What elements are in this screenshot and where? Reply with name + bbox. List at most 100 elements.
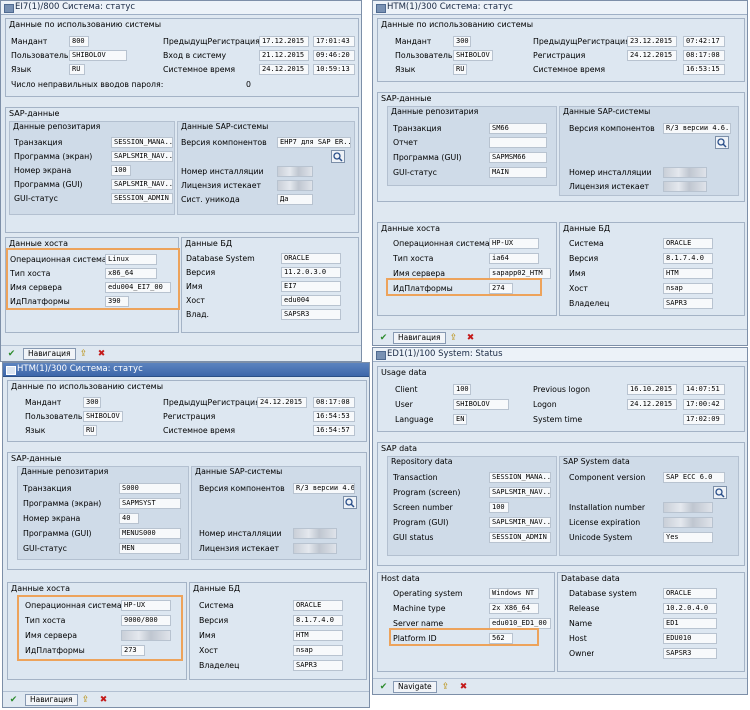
db-field[interactable]: nsap bbox=[663, 283, 713, 294]
db-field[interactable]: ED1 bbox=[663, 618, 717, 629]
time-field[interactable]: 14:07:51 bbox=[683, 384, 725, 395]
date-field[interactable]: 24.12.2015 bbox=[259, 64, 309, 75]
repo-field[interactable]: SAPMSYST bbox=[119, 498, 181, 509]
check-icon[interactable]: ✔ bbox=[377, 332, 390, 344]
display-button[interactable] bbox=[715, 136, 729, 149]
repo-field[interactable] bbox=[489, 137, 547, 148]
find-icon[interactable]: ⇪ bbox=[447, 332, 460, 344]
find-icon[interactable]: ⇪ bbox=[439, 681, 452, 693]
navigate-button[interactable]: Навигация bbox=[393, 332, 446, 344]
host-field[interactable]: sapapp02_HTM bbox=[489, 268, 551, 279]
repo-field[interactable]: MENUS000 bbox=[119, 528, 181, 539]
repo-field[interactable]: 100 bbox=[489, 502, 509, 513]
time-field[interactable]: 09:46:20 bbox=[313, 50, 355, 61]
repo-field[interactable]: SAPMSM66 bbox=[489, 152, 547, 163]
display-button[interactable] bbox=[343, 496, 357, 509]
host-field[interactable]: 390 bbox=[105, 296, 129, 307]
host-field[interactable]: HP-UX bbox=[489, 238, 539, 249]
display-button[interactable] bbox=[331, 150, 345, 163]
installation-number-field[interactable] bbox=[277, 166, 313, 177]
find-icon[interactable]: ⇪ bbox=[77, 348, 90, 360]
host-field[interactable]: 2x X86_64 bbox=[489, 603, 539, 614]
cancel-icon[interactable]: ✖ bbox=[97, 694, 110, 706]
cancel-icon[interactable]: ✖ bbox=[464, 332, 477, 344]
navigate-button[interactable]: Навигация bbox=[23, 348, 76, 360]
db-field[interactable]: ORACLE bbox=[663, 588, 717, 599]
host-field[interactable]: x86_64 bbox=[105, 268, 157, 279]
license-expiration-field[interactable] bbox=[663, 517, 713, 528]
check-icon[interactable]: ✔ bbox=[377, 681, 390, 693]
db-field[interactable]: 8.1.7.4.0 bbox=[663, 253, 713, 264]
navigate-button[interactable]: Навигация bbox=[25, 694, 78, 706]
navigate-button[interactable]: Navigate bbox=[393, 681, 437, 693]
find-icon[interactable]: ⇪ bbox=[79, 694, 92, 706]
client-field[interactable]: 800 bbox=[69, 36, 89, 47]
license-expiration-field[interactable] bbox=[663, 181, 707, 192]
time-field[interactable]: 08:17:08 bbox=[313, 397, 355, 408]
repo-field[interactable]: SESSION_ADMIN bbox=[111, 193, 173, 204]
date-field[interactable]: 23.12.2015 bbox=[627, 36, 677, 47]
cancel-icon[interactable]: ✖ bbox=[95, 348, 108, 360]
component-version-field[interactable]: R/3 версии 4.6... bbox=[663, 123, 731, 134]
host-field[interactable]: Linux bbox=[105, 254, 157, 265]
repo-field[interactable]: MEN bbox=[119, 543, 181, 554]
db-field[interactable]: SAPR3 bbox=[293, 660, 343, 671]
client-field[interactable]: 300 bbox=[453, 36, 471, 47]
license-expiration-field[interactable] bbox=[277, 180, 313, 191]
repo-field[interactable]: SAPLSMIR_NAV... bbox=[111, 151, 173, 162]
unicode-field[interactable]: Yes bbox=[663, 532, 713, 543]
host-field[interactable] bbox=[121, 630, 171, 641]
host-field[interactable]: 274 bbox=[489, 283, 513, 294]
installation-number-field[interactable] bbox=[663, 502, 713, 513]
user-field[interactable]: SHIBOLOV bbox=[453, 50, 493, 61]
host-field[interactable]: 9000/800 bbox=[121, 615, 171, 626]
date-field[interactable]: 16.10.2015 bbox=[627, 384, 677, 395]
language-field[interactable]: RU bbox=[83, 425, 97, 436]
db-field[interactable]: EI7 bbox=[281, 281, 341, 292]
db-field[interactable]: ORACLE bbox=[663, 238, 713, 249]
license-expiration-field[interactable] bbox=[293, 543, 337, 554]
db-field[interactable]: edu004 bbox=[281, 295, 341, 306]
date-field[interactable]: 21.12.2015 bbox=[259, 50, 309, 61]
time-field[interactable]: 17:00:42 bbox=[683, 399, 725, 410]
date-field[interactable]: 24.12.2015 bbox=[257, 397, 307, 408]
date-field[interactable]: 17.12.2015 bbox=[259, 36, 309, 47]
language-field[interactable]: RU bbox=[69, 64, 85, 75]
client-field[interactable]: 100 bbox=[453, 384, 471, 395]
host-field[interactable]: ia64 bbox=[489, 253, 539, 264]
host-field[interactable]: 273 bbox=[121, 645, 145, 656]
repo-field[interactable]: SESSION_MANA... bbox=[489, 472, 551, 483]
time-field[interactable]: 10:59:13 bbox=[313, 64, 355, 75]
db-field[interactable]: nsap bbox=[293, 645, 343, 656]
time-field[interactable]: 16:53:15 bbox=[683, 64, 725, 75]
component-version-field[interactable]: SAP ECC 6.0 bbox=[663, 472, 725, 483]
db-field[interactable]: SAPSR3 bbox=[281, 309, 341, 320]
date-field[interactable]: 24.12.2015 bbox=[627, 50, 677, 61]
repo-field[interactable]: SESSION_MANA... bbox=[111, 137, 173, 148]
repo-field[interactable]: 100 bbox=[111, 165, 131, 176]
date-field[interactable]: 24.12.2015 bbox=[627, 399, 677, 410]
db-field[interactable]: ORACLE bbox=[281, 253, 341, 264]
db-field[interactable]: 10.2.0.4.0 bbox=[663, 603, 717, 614]
db-field[interactable]: 8.1.7.4.0 bbox=[293, 615, 343, 626]
db-field[interactable]: HTM bbox=[293, 630, 343, 641]
unicode-field[interactable]: Да bbox=[277, 194, 313, 205]
user-field[interactable]: SHIBOLOV bbox=[83, 411, 123, 422]
client-field[interactable]: 300 bbox=[83, 397, 101, 408]
host-field[interactable]: 562 bbox=[489, 633, 513, 644]
db-field[interactable]: 11.2.0.3.0 bbox=[281, 267, 341, 278]
time-field[interactable]: 16:54:53 bbox=[313, 411, 355, 422]
time-field[interactable]: 17:02:09 bbox=[683, 414, 725, 425]
repo-field[interactable]: SAPLSMIR_NAV... bbox=[489, 487, 551, 498]
time-field[interactable]: 07:42:17 bbox=[683, 36, 725, 47]
installation-number-field[interactable] bbox=[293, 528, 337, 539]
repo-field[interactable]: S000 bbox=[119, 483, 181, 494]
host-field[interactable]: HP-UX bbox=[121, 600, 171, 611]
host-field[interactable]: edu010_ED1_00 bbox=[489, 618, 551, 629]
repo-field[interactable]: MAIN bbox=[489, 167, 547, 178]
installation-number-field[interactable] bbox=[663, 167, 707, 178]
repo-field[interactable]: 40 bbox=[119, 513, 139, 524]
repo-field[interactable]: SAPLSMIR_NAV... bbox=[489, 517, 551, 528]
repo-field[interactable]: SESSION_ADMIN bbox=[489, 532, 551, 543]
db-field[interactable]: SAPSR3 bbox=[663, 648, 717, 659]
